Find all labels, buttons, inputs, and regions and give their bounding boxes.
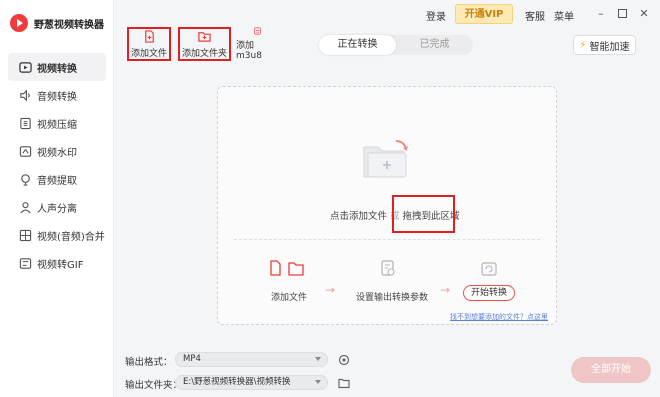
sidebar-item-label: 音频提取 bbox=[37, 175, 77, 187]
menu-link[interactable]: 菜单 bbox=[554, 8, 574, 23]
output-folder-select[interactable]: E:\野葱视频转换器\视频转换 bbox=[175, 375, 328, 390]
step-settings-label: 设置输出转换参数 bbox=[356, 293, 429, 303]
sidebar-item-video-watermark[interactable]: 视频水印 bbox=[8, 137, 106, 165]
audio-icon bbox=[18, 88, 32, 102]
logo-icon bbox=[10, 14, 28, 32]
add-folder-button[interactable]: 添加文件夹 bbox=[178, 27, 231, 61]
sidebar-item-label: 视频压缩 bbox=[37, 119, 77, 131]
step-add-file-icon bbox=[270, 260, 304, 276]
sidebar-item-video-gif[interactable]: 视频转GIF bbox=[8, 249, 106, 277]
format-settings-icon[interactable] bbox=[338, 354, 350, 366]
bolt-icon: ⚡ bbox=[579, 39, 587, 51]
tab-converting[interactable]: 正在转换 bbox=[319, 35, 396, 55]
compress-icon bbox=[18, 116, 32, 130]
sidebar-nav: 视频转换 音频转换 视频压缩 视频水印 音频提取 人声分离 视频(音频)合并 视… bbox=[8, 53, 106, 277]
sidebar-item-label: 视频水印 bbox=[37, 147, 77, 159]
status-tabs: 正在转换 已完成 bbox=[319, 35, 473, 55]
add-folder-icon bbox=[198, 31, 211, 42]
m3u8-icon bbox=[253, 27, 261, 35]
sidebar-item-label: 视频转换 bbox=[37, 63, 77, 75]
chevron-down-icon bbox=[315, 380, 321, 384]
step-add-file-label: 添加文件 bbox=[271, 293, 308, 303]
person-icon bbox=[18, 200, 32, 214]
output-folder-value: E:\野葱视频转换器\视频转换 bbox=[183, 377, 291, 387]
arrow-icon: → bbox=[325, 283, 336, 297]
extract-icon bbox=[18, 172, 32, 186]
dropzone-divider bbox=[234, 239, 540, 240]
add-file-label: 添加文件 bbox=[130, 48, 167, 59]
sidebar-item-video-compress[interactable]: 视频压缩 bbox=[8, 109, 106, 137]
chevron-down-icon bbox=[315, 357, 321, 361]
open-folder-icon[interactable] bbox=[338, 377, 350, 389]
sidebar-item-label: 人声分离 bbox=[37, 203, 77, 215]
add-file-icon bbox=[144, 29, 154, 43]
minimize-icon[interactable]: – bbox=[594, 6, 608, 20]
add-m3u8-label: 添加m3u8 bbox=[236, 41, 262, 61]
vip-button[interactable]: 开通VIP bbox=[455, 4, 513, 24]
sidebar-item-label: 视频转GIF bbox=[37, 259, 84, 271]
step-settings-icon bbox=[381, 260, 395, 276]
start-all-button[interactable]: 全部开始 bbox=[571, 357, 651, 383]
app-logo: 野葱视频转换器 bbox=[10, 14, 104, 32]
add-file-button[interactable]: 添加文件 bbox=[127, 27, 171, 61]
sidebar-item-label: 视频(音频)合并 bbox=[37, 231, 105, 243]
step-convert-icon bbox=[481, 262, 497, 276]
output-format-value: MP4 bbox=[183, 354, 201, 364]
add-m3u8-button[interactable]: 添加m3u8 bbox=[236, 27, 278, 61]
merge-icon bbox=[18, 228, 32, 242]
output-folder-label: 输出文件夹： bbox=[125, 380, 183, 391]
sidebar-item-merge[interactable]: 视频(音频)合并 bbox=[8, 221, 106, 249]
drop-zone[interactable]: 点击添加文件或拖拽到此区域 添加文件 → 设置输出转换参数 → 开始转换 找不到… bbox=[217, 86, 557, 325]
maximize-icon[interactable] bbox=[615, 6, 629, 20]
sidebar-item-label: 音频转换 bbox=[37, 91, 77, 103]
click-add-text[interactable]: 点击添加文件 bbox=[330, 211, 387, 222]
add-folder-label: 添加文件夹 bbox=[181, 48, 227, 59]
sidebar-item-vocal-separate[interactable]: 人声分离 bbox=[8, 193, 106, 221]
arrow-icon: → bbox=[440, 283, 451, 297]
gif-icon bbox=[18, 256, 32, 270]
tab-done[interactable]: 已完成 bbox=[396, 35, 473, 55]
sidebar-item-audio-convert[interactable]: 音频转换 bbox=[8, 81, 106, 109]
output-format-label: 输出格式： bbox=[125, 357, 173, 368]
login-link[interactable]: 登录 bbox=[426, 8, 446, 23]
service-link[interactable]: 客服 bbox=[525, 8, 545, 23]
video-convert-icon bbox=[18, 60, 32, 74]
start-convert-button[interactable]: 开始转换 bbox=[463, 285, 515, 301]
smart-speed-label: 智能加速 bbox=[589, 41, 630, 53]
sidebar-item-video-convert[interactable]: 视频转换 bbox=[8, 53, 106, 81]
watermark-icon bbox=[18, 144, 32, 158]
app-title: 野葱视频转换器 bbox=[34, 19, 104, 31]
smart-speed-button[interactable]: ⚡ 智能加速 bbox=[573, 35, 636, 55]
help-link[interactable]: 找不到想要添加的文件？点这里 bbox=[450, 312, 548, 322]
sidebar: 野葱视频转换器 视频转换 音频转换 视频压缩 视频水印 音频提取 人声分离 视频… bbox=[0, 0, 114, 397]
drag-area-highlight bbox=[392, 195, 455, 233]
folder-icon bbox=[363, 140, 408, 178]
close-icon[interactable]: ✕ bbox=[637, 6, 651, 20]
sidebar-item-audio-extract[interactable]: 音频提取 bbox=[8, 165, 106, 193]
output-format-select[interactable]: MP4 bbox=[175, 352, 328, 367]
